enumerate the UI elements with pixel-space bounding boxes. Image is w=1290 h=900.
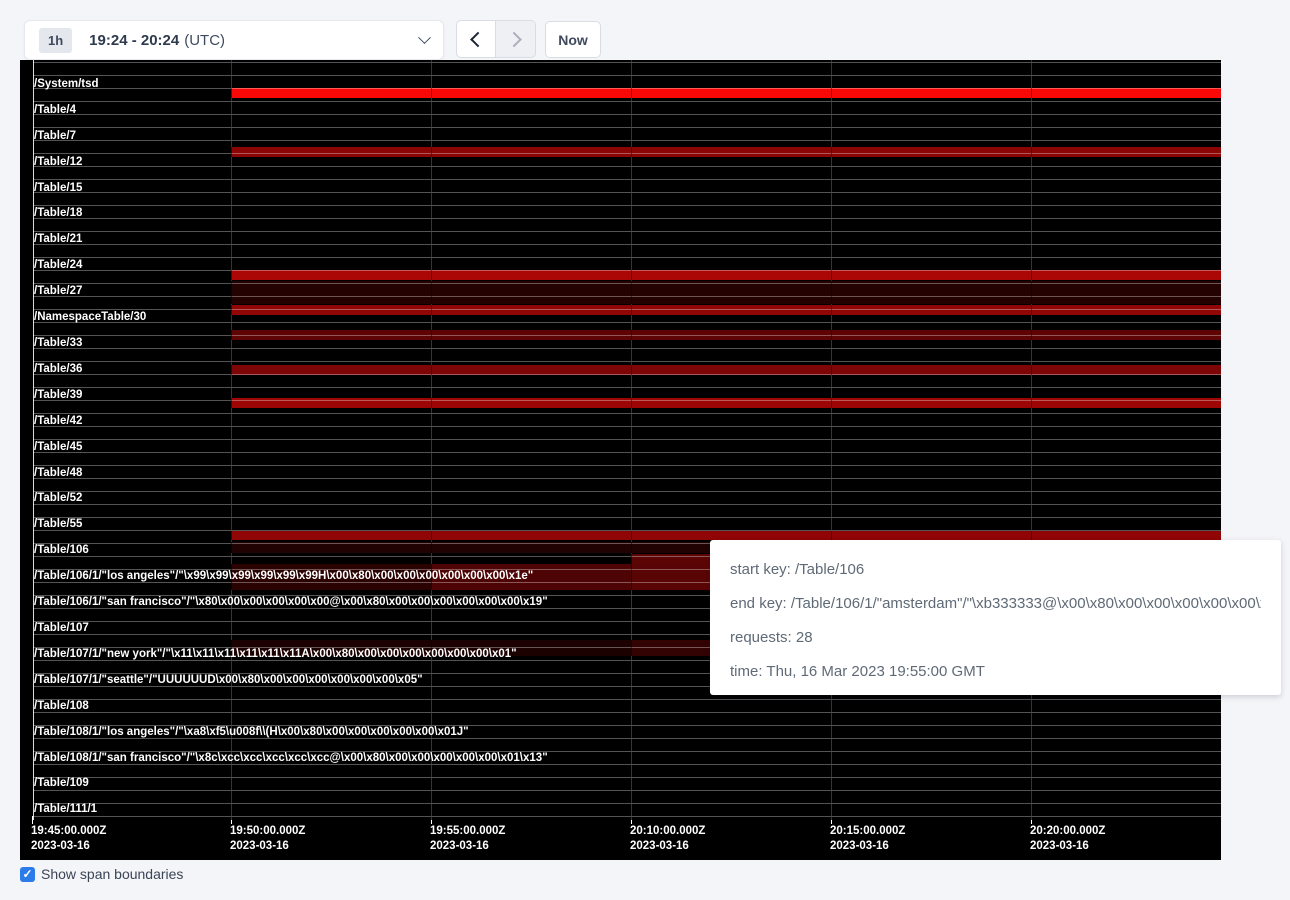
- tooltip-end-key: end key: /Table/106/1/"amsterdam"/"\xb33…: [730, 587, 1261, 621]
- gridline: [831, 60, 832, 820]
- row-label: /Table/106/1/"los angeles"/"\x99\x99\x99…: [34, 571, 533, 582]
- row-label: /Table/24: [34, 260, 82, 271]
- chevron-right-icon: [506, 31, 522, 47]
- row-label: /NamespaceTable/30: [34, 312, 146, 323]
- tooltip-requests: requests: 28: [730, 621, 1261, 655]
- show-span-boundaries-label: Show span boundaries: [41, 866, 183, 882]
- axis-tick-label: 20:20:00.000Z2023-03-16: [1030, 824, 1105, 854]
- axis-tick-label: 20:15:00.000Z2023-03-16: [830, 824, 905, 854]
- row-label: /Table/7: [34, 131, 76, 142]
- show-span-boundaries-checkbox[interactable]: ✓: [20, 867, 35, 882]
- axis-tick-time: 20:20:00.000Z: [1030, 824, 1105, 839]
- row-label: /Table/106/1/"san francisco"/"\x80\x00\x…: [34, 597, 548, 608]
- row-label: /Table/108/1/"los angeles"/"\xa8\xf5\u00…: [34, 727, 469, 738]
- tooltip-time: time: Thu, 16 Mar 2023 19:55:00 GMT: [730, 655, 1261, 689]
- axis-tick-label: 19:45:00.000Z2023-03-16: [31, 824, 106, 854]
- heatmap-plot[interactable]: /System/tsd/Table/4/Table/7/Table/12/Tab…: [20, 60, 1221, 820]
- row-label: /Table/108/1/"san francisco"/"\x8c\xcc\x…: [34, 753, 548, 764]
- footer-controls: ✓ Show span boundaries: [20, 866, 183, 882]
- gridline: [231, 60, 232, 820]
- axis-tick-time: 19:50:00.000Z: [230, 824, 305, 839]
- row-label: /Table/107/1/"new york"/"\x11\x11\x11\x1…: [34, 649, 517, 660]
- row-label: /Table/33: [34, 338, 82, 349]
- row-label: /Table/45: [34, 442, 82, 453]
- axis-tick-date: 2023-03-16: [230, 839, 305, 854]
- row-label: /Table/106: [34, 545, 89, 556]
- time-toolbar: 1h 19:24 - 20:24 (UTC) Now: [0, 0, 1290, 60]
- axis-tick-time: 20:10:00.000Z: [630, 824, 705, 839]
- row-label: /Table/107: [34, 623, 89, 634]
- gridline: [631, 60, 632, 820]
- axis-tick-label: 19:50:00.000Z2023-03-16: [230, 824, 305, 854]
- axis-tick-date: 2023-03-16: [31, 839, 106, 854]
- time-range-label: 19:24 - 20:24: [89, 32, 179, 49]
- row-label: /Table/15: [34, 183, 82, 194]
- row-label: /Table/107/1/"seattle"/"UUUUUUD\x00\x80\…: [34, 675, 423, 686]
- timezone-label: (UTC): [184, 32, 225, 49]
- row-label: /Table/109: [34, 778, 89, 789]
- time-axis: 19:45:00.000Z2023-03-1619:50:00.000Z2023…: [20, 820, 1221, 860]
- axis-tick-time: 19:55:00.000Z: [430, 824, 505, 839]
- axis-tick-time: 19:45:00.000Z: [31, 824, 106, 839]
- row-label: /Table/21: [34, 234, 82, 245]
- next-time-button[interactable]: [496, 20, 536, 58]
- row-label: /Table/42: [34, 416, 82, 427]
- prev-time-button[interactable]: [456, 20, 496, 58]
- key-visualizer-chart[interactable]: /System/tsd/Table/4/Table/7/Table/12/Tab…: [20, 60, 1221, 860]
- axis-tick-date: 2023-03-16: [1030, 839, 1105, 854]
- row-label: /Table/52: [34, 493, 82, 504]
- span-boundaries-layer: [33, 62, 1221, 818]
- duration-badge: 1h: [39, 28, 72, 53]
- key-visualizer-page: 1h 19:24 - 20:24 (UTC) Now /System/tsd/T…: [0, 0, 1290, 900]
- row-label: /Table/18: [34, 208, 82, 219]
- row-label: /Table/12: [34, 157, 82, 168]
- now-button[interactable]: Now: [545, 21, 601, 58]
- row-label: /Table/55: [34, 519, 82, 530]
- row-label: /Table/39: [34, 390, 82, 401]
- chevron-down-icon: [418, 31, 431, 44]
- row-label: /Table/48: [34, 468, 82, 479]
- tooltip-start-key: start key: /Table/106: [730, 553, 1261, 587]
- axis-tick-date: 2023-03-16: [830, 839, 905, 854]
- axis-tick-label: 20:10:00.000Z2023-03-16: [630, 824, 705, 854]
- axis-tick-label: 19:55:00.000Z2023-03-16: [430, 824, 505, 854]
- gridline: [431, 60, 432, 820]
- row-label: /Table/4: [34, 105, 76, 116]
- row-label: /Table/108: [34, 701, 89, 712]
- time-range-select[interactable]: 1h 19:24 - 20:24 (UTC): [24, 20, 444, 60]
- row-label: /Table/27: [34, 286, 82, 297]
- axis-tick-date: 2023-03-16: [630, 839, 705, 854]
- bucket-tooltip: start key: /Table/106 end key: /Table/10…: [710, 540, 1281, 695]
- time-nav-group: [456, 20, 536, 58]
- row-label: /System/tsd: [34, 79, 99, 90]
- axis-tick-time: 20:15:00.000Z: [830, 824, 905, 839]
- gridline: [1031, 60, 1032, 820]
- row-label: /Table/111/1: [34, 804, 97, 815]
- row-label: /Table/36: [34, 364, 82, 375]
- chevron-left-icon: [470, 31, 486, 47]
- axis-tick-date: 2023-03-16: [430, 839, 505, 854]
